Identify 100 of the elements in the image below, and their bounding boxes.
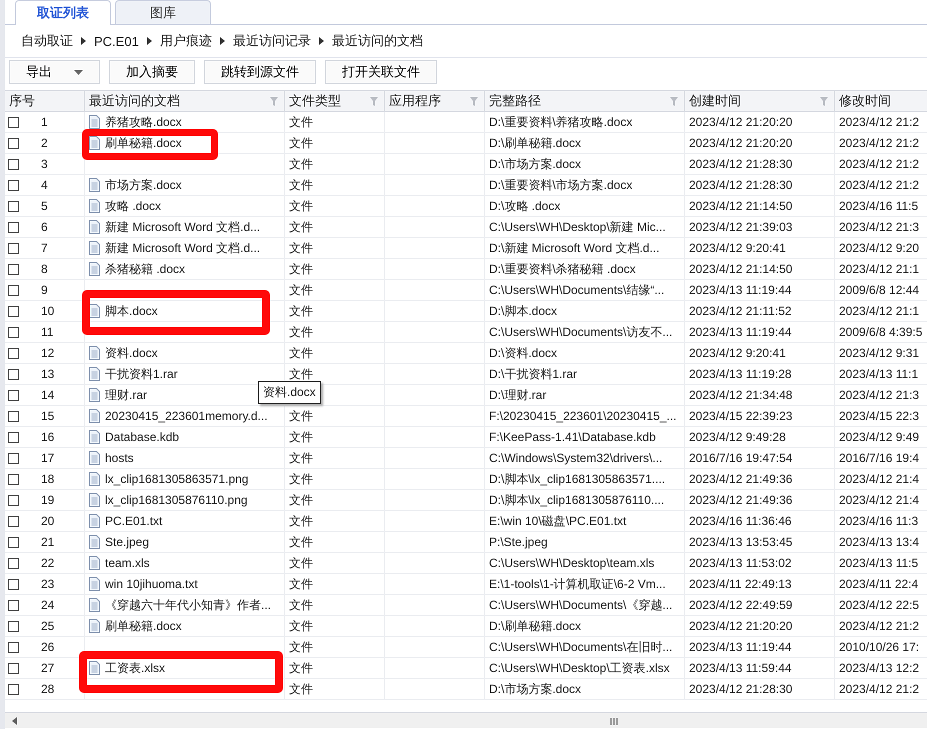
row-checkbox[interactable] bbox=[8, 642, 19, 652]
file-type: 文件 bbox=[289, 492, 313, 508]
modified-time: 2023/4/12 9:49 bbox=[839, 430, 920, 444]
file-path: D:\重要资料\养猪攻略.docx bbox=[489, 114, 632, 130]
row-checkbox[interactable] bbox=[8, 390, 19, 400]
row-checkbox[interactable] bbox=[8, 600, 19, 610]
row-checkbox[interactable] bbox=[8, 452, 19, 464]
column-header[interactable]: 创建时间 bbox=[685, 91, 835, 111]
created-time: 2023/4/13 11:53:02 bbox=[689, 556, 792, 570]
row-checkbox[interactable] bbox=[8, 326, 19, 338]
row-number: 26 bbox=[41, 640, 54, 654]
row-checkbox[interactable] bbox=[8, 432, 19, 442]
file-path: D:\刷单秘籍.docx bbox=[489, 134, 582, 152]
row-number: 13 bbox=[41, 367, 54, 381]
row-checkbox[interactable] bbox=[8, 474, 19, 484]
column-header[interactable]: 应用程序 bbox=[385, 91, 485, 111]
row-number: 16 bbox=[41, 430, 54, 444]
row-checkbox[interactable] bbox=[8, 200, 19, 212]
row-checkbox[interactable] bbox=[8, 180, 19, 190]
export-dropdown[interactable]: 导出 bbox=[9, 60, 100, 84]
row-checkbox[interactable] bbox=[8, 684, 19, 694]
row-number: 12 bbox=[41, 346, 54, 360]
file-type: 文件 bbox=[289, 114, 313, 130]
created-time: 2023/4/12 21:49:36 bbox=[689, 493, 792, 507]
file-path: E:\1-tools\1-计算机取证\6-2 Vm... bbox=[489, 576, 666, 592]
breadcrumb-item[interactable]: 最近访问的文档 bbox=[332, 32, 423, 50]
document-icon bbox=[89, 115, 100, 129]
breadcrumb-item[interactable]: 自动取证 bbox=[21, 32, 73, 50]
created-time: 2023/4/12 9:49:28 bbox=[689, 430, 786, 444]
document-icon bbox=[89, 346, 100, 360]
row-checkbox[interactable] bbox=[8, 662, 19, 674]
row-checkbox[interactable] bbox=[8, 368, 19, 380]
document-name: lx_clip1681305876110.png bbox=[105, 493, 248, 507]
row-checkbox[interactable] bbox=[8, 558, 19, 568]
document-icon bbox=[89, 493, 100, 507]
document-name: 攻略 .docx bbox=[105, 198, 162, 214]
column-header[interactable]: 修改时间 bbox=[835, 91, 927, 111]
document-name: team.xls bbox=[105, 556, 150, 570]
row-checkbox[interactable] bbox=[8, 158, 19, 170]
file-path: C:\Users\WH\Documents\结缘“... bbox=[489, 282, 664, 298]
breadcrumb-item[interactable]: 用户痕迹 bbox=[160, 32, 212, 50]
created-time: 2023/4/12 21:28:30 bbox=[689, 157, 792, 171]
row-number: 7 bbox=[41, 241, 48, 255]
modified-time: 2023/4/12 21:2 bbox=[839, 115, 920, 129]
column-header[interactable]: 文件类型 bbox=[285, 91, 385, 111]
toolbar-button[interactable]: 加入摘要 bbox=[109, 60, 195, 84]
breadcrumb-item[interactable]: 最近访问记录 bbox=[232, 32, 311, 50]
file-path: C:\Users\WH\Desktop\team.xls bbox=[489, 556, 654, 570]
created-time: 2023/4/12 22:49:59 bbox=[689, 598, 792, 612]
file-type: 文件 bbox=[289, 512, 313, 530]
document-icon bbox=[89, 556, 100, 570]
file-type: 文件 bbox=[289, 470, 313, 488]
file-path: D:\脚本\lx_clip1681305863571.... bbox=[489, 470, 666, 488]
row-checkbox[interactable] bbox=[8, 116, 19, 128]
created-time: 2023/4/13 11:19:28 bbox=[689, 367, 792, 381]
row-checkbox[interactable] bbox=[8, 306, 19, 316]
file-type: 文件 bbox=[289, 534, 313, 550]
row-checkbox[interactable] bbox=[8, 410, 19, 422]
file-path: C:\Users\WH\Documents\在旧时... bbox=[489, 638, 672, 656]
document-icon bbox=[89, 577, 100, 591]
column-header[interactable]: 完整路径 bbox=[485, 91, 685, 111]
row-checkbox[interactable] bbox=[8, 242, 19, 254]
file-type: 文件 bbox=[289, 302, 313, 320]
created-time: 2023/4/13 13:53:45 bbox=[689, 535, 792, 549]
modified-time: 2023/4/13 12:2 bbox=[839, 661, 920, 675]
row-number: 21 bbox=[41, 535, 54, 549]
created-time: 2023/4/11 22:49:13 bbox=[689, 577, 792, 591]
column-header[interactable]: 序号 bbox=[5, 91, 85, 111]
document-icon bbox=[89, 430, 100, 444]
row-checkbox[interactable] bbox=[8, 578, 19, 590]
file-path: D:\攻略 .docx bbox=[489, 198, 560, 214]
row-number: 3 bbox=[41, 157, 48, 171]
created-time: 2023/4/12 21:20:20 bbox=[689, 619, 792, 633]
file-path: D:\脚本\lx_clip1681305876110.... bbox=[489, 492, 664, 508]
row-checkbox[interactable] bbox=[8, 516, 19, 526]
modified-time: 2023/4/12 21:4 bbox=[839, 472, 920, 486]
toolbar-button[interactable]: 打开关联文件 bbox=[325, 60, 437, 84]
row-checkbox[interactable] bbox=[8, 222, 19, 232]
row-checkbox[interactable] bbox=[8, 348, 19, 358]
row-checkbox[interactable] bbox=[8, 264, 19, 274]
row-number: 28 bbox=[41, 682, 54, 696]
modified-time: 2023/4/12 21:1 bbox=[839, 262, 920, 276]
document-name: hosts bbox=[105, 451, 134, 465]
file-path: F:\20230415_223601\20230415_... bbox=[489, 409, 677, 423]
document-name: 杀猪秘籍 .docx bbox=[105, 260, 186, 278]
row-checkbox[interactable] bbox=[8, 620, 19, 632]
column-header[interactable]: 最近访问的文档 bbox=[85, 91, 285, 111]
row-checkbox[interactable] bbox=[8, 138, 19, 148]
tab[interactable]: 图库 bbox=[115, 0, 211, 24]
row-checkbox[interactable] bbox=[8, 284, 19, 296]
tab[interactable]: 取证列表 bbox=[15, 0, 111, 25]
row-checkbox[interactable] bbox=[8, 536, 19, 548]
row-number: 14 bbox=[41, 388, 54, 402]
file-path: D:\市场方案.docx bbox=[489, 156, 582, 172]
file-type: 文件 bbox=[289, 260, 313, 278]
row-number: 2 bbox=[41, 136, 48, 150]
toolbar-button[interactable]: 跳转到源文件 bbox=[204, 60, 316, 84]
row-checkbox[interactable] bbox=[8, 494, 19, 506]
file-path: D:\理财.rar bbox=[489, 386, 546, 404]
breadcrumb-item[interactable]: PC.E01 bbox=[94, 34, 139, 48]
